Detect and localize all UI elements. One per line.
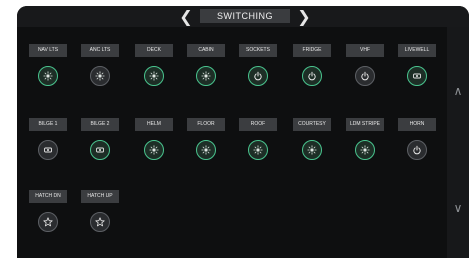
star-icon — [95, 217, 105, 227]
switching-screen: ❮ SWITCHING ❯ NAV LTS ANC LTS DECK CABIN SOC… — [17, 6, 469, 258]
switch-toggle-button[interactable] — [407, 66, 427, 86]
light-icon — [149, 71, 159, 81]
switch-tile-nav-lts: NAV LTS — [29, 44, 67, 86]
switch-label: FLOOR — [187, 118, 225, 131]
switch-tile-bilge-1: BILGE 1 — [29, 118, 67, 160]
switch-label: HELM — [135, 118, 173, 131]
switch-label: LIVEWELL — [398, 44, 436, 57]
switch-tile-deck: DECK — [135, 44, 173, 86]
switch-tile-fridge: FRIDGE — [293, 44, 331, 86]
switch-toggle-button[interactable] — [144, 140, 164, 160]
switch-tile-ldm-stripe: LDM STRIPE — [346, 118, 384, 160]
light-icon — [95, 71, 105, 81]
switch-label: BILGE 1 — [29, 118, 67, 131]
switch-toggle-button[interactable] — [196, 66, 216, 86]
switch-tile-horn: HORN — [398, 118, 436, 160]
light-icon — [149, 145, 159, 155]
chevron-left-icon[interactable]: ❮ — [177, 8, 195, 25]
switch-toggle-button[interactable] — [302, 66, 322, 86]
power-icon — [412, 145, 422, 155]
power-icon — [253, 71, 263, 81]
chevron-up-icon[interactable]: ∧ — [449, 82, 467, 100]
switch-toggle-button[interactable] — [38, 212, 58, 232]
switch-tile-roof: ROOF — [239, 118, 277, 160]
switch-tile-floor: FLOOR — [187, 118, 225, 160]
chevron-right-icon[interactable]: ❯ — [295, 8, 313, 25]
switch-tile-hatch-up: HATCH UP — [81, 190, 119, 232]
switch-label: ANC LTS — [81, 44, 119, 57]
switch-tile-bilge-2: BILGE 2 — [81, 118, 119, 160]
switch-toggle-button[interactable] — [144, 66, 164, 86]
switch-toggle-button[interactable] — [407, 140, 427, 160]
switch-label: ROOF — [239, 118, 277, 131]
switch-toggle-button[interactable] — [90, 212, 110, 232]
power-icon — [307, 71, 317, 81]
star-icon — [43, 217, 53, 227]
switch-toggle-button[interactable] — [248, 66, 268, 86]
switch-label: HATCH UP — [81, 190, 119, 203]
switch-label: LDM STRIPE — [346, 118, 384, 131]
switch-label: CABIN — [187, 44, 225, 57]
light-icon — [253, 145, 263, 155]
switch-label: BILGE 2 — [81, 118, 119, 131]
switch-tile-helm: HELM — [135, 118, 173, 160]
pump-icon — [412, 71, 422, 81]
light-icon — [360, 145, 370, 155]
switch-toggle-button[interactable] — [355, 140, 375, 160]
light-icon — [43, 71, 53, 81]
chevron-down-icon[interactable]: ∨ — [449, 199, 467, 217]
scroll-rail: ∧ ∨ — [447, 27, 469, 258]
switch-tile-cabin: CABIN — [187, 44, 225, 86]
switch-tile-vhf: VHF — [346, 44, 384, 86]
switch-tile-anc-lts: ANC LTS — [81, 44, 119, 86]
page-title: SWITCHING — [200, 9, 290, 23]
switch-label: VHF — [346, 44, 384, 57]
switch-toggle-button[interactable] — [90, 66, 110, 86]
switch-label: FRIDGE — [293, 44, 331, 57]
light-icon — [307, 145, 317, 155]
switch-toggle-button[interactable] — [302, 140, 322, 160]
switch-tile-hatch-dn: HATCH DN — [29, 190, 67, 232]
switch-toggle-button[interactable] — [38, 140, 58, 160]
switch-label: DECK — [135, 44, 173, 57]
switch-toggle-button[interactable] — [196, 140, 216, 160]
light-icon — [201, 71, 211, 81]
switch-label: HATCH DN — [29, 190, 67, 203]
header-bar: ❮ SWITCHING ❯ — [17, 6, 469, 27]
pump-icon — [43, 145, 53, 155]
switch-label: NAV LTS — [29, 44, 67, 57]
light-icon — [201, 145, 211, 155]
switch-label: COURTESY — [293, 118, 331, 131]
power-icon — [360, 71, 370, 81]
switch-tile-sockets: SOCKETS — [239, 44, 277, 86]
switch-toggle-button[interactable] — [38, 66, 58, 86]
switch-tile-livewell: LIVEWELL — [398, 44, 436, 86]
pump-icon — [95, 145, 105, 155]
switch-toggle-button[interactable] — [355, 66, 375, 86]
switch-label: SOCKETS — [239, 44, 277, 57]
switch-toggle-button[interactable] — [90, 140, 110, 160]
switch-tile-courtesy: COURTESY — [293, 118, 331, 160]
switch-label: HORN — [398, 118, 436, 131]
switch-toggle-button[interactable] — [248, 140, 268, 160]
